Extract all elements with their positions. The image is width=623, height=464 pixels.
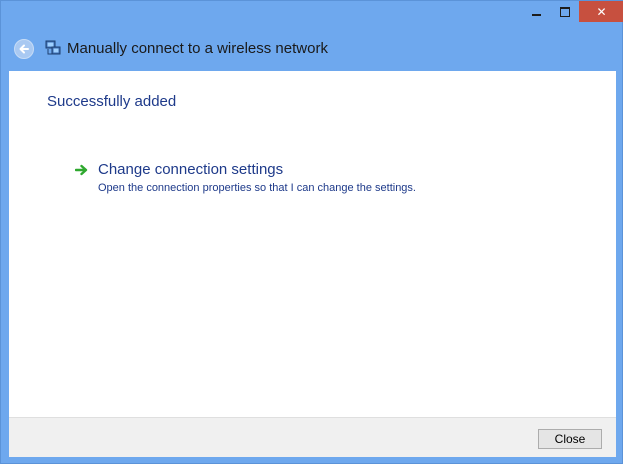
content-area: Successfully added Change connection set… <box>9 71 616 417</box>
status-heading: Successfully added <box>47 93 177 110</box>
dialog-footer: Close <box>9 417 616 457</box>
close-button[interactable]: Close <box>538 429 602 449</box>
dialog-window: ✕ Manually connect to a wireless network… <box>0 0 623 464</box>
minimize-icon <box>532 13 541 16</box>
back-button[interactable] <box>14 39 34 59</box>
back-arrow-icon <box>19 44 29 54</box>
link-title[interactable]: Change connection settings <box>98 161 283 178</box>
dialog-title: Manually connect to a wireless network <box>67 40 328 57</box>
window-close-button[interactable]: ✕ <box>579 1 623 22</box>
green-arrow-icon <box>75 164 88 176</box>
link-description: Open the connection properties so that I… <box>98 182 416 194</box>
network-connection-icon <box>45 40 61 55</box>
minimize-button[interactable] <box>522 1 551 22</box>
change-connection-settings-link[interactable]: Change connection settings Open the conn… <box>75 161 475 201</box>
close-icon: ✕ <box>596 4 607 19</box>
maximize-icon <box>560 6 570 17</box>
maximize-button[interactable] <box>551 1 579 22</box>
